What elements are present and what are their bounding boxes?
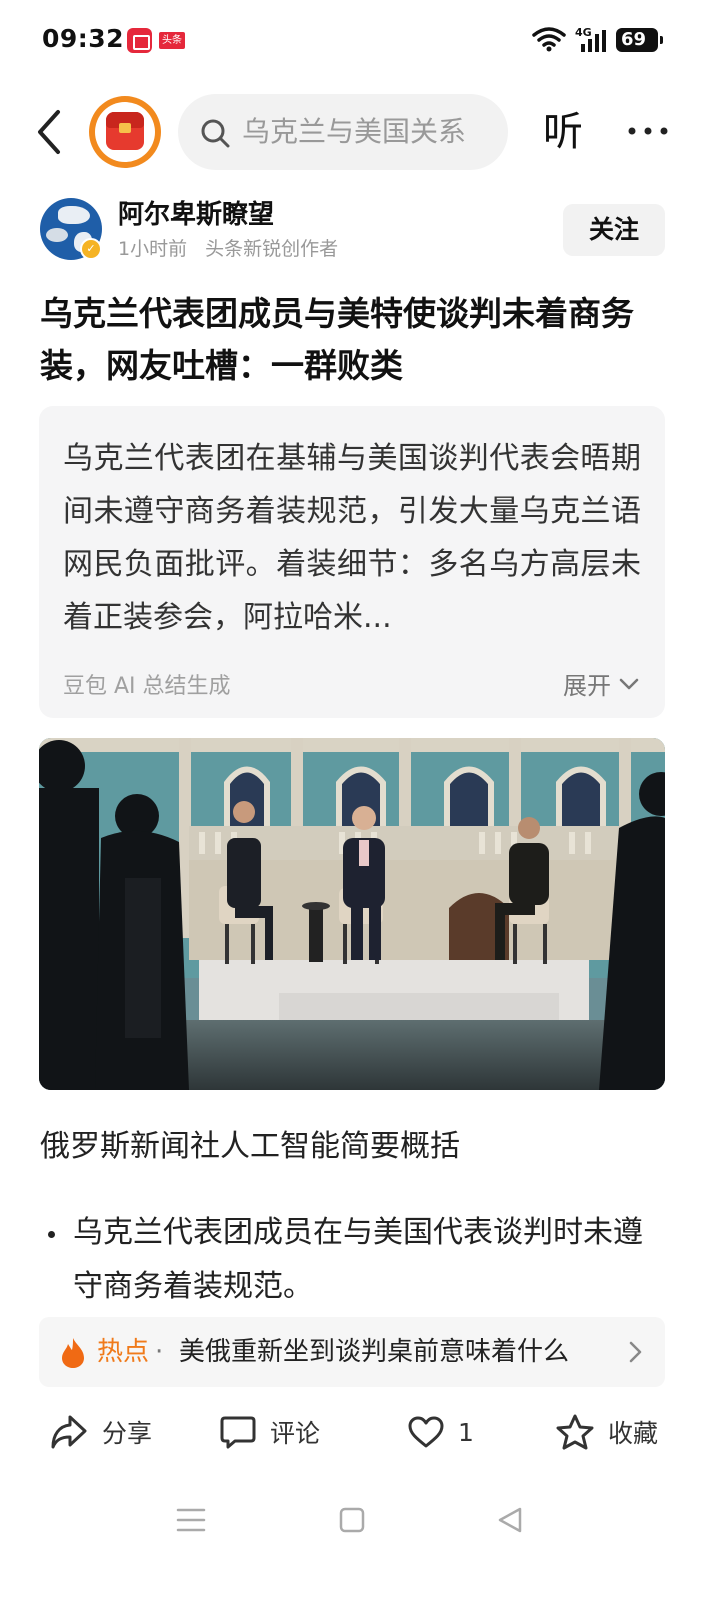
share-label: 分享 [102,1419,153,1448]
signal-icon [581,30,606,52]
red-packet-icon[interactable] [89,96,161,168]
chevron-right-icon [629,1341,642,1363]
hot-topic-separator: · [155,1337,164,1367]
expand-label: 展开 [563,672,611,700]
comment-label: 评论 [270,1419,321,1448]
author-name[interactable]: 阿尔卑斯瞭望 [118,198,274,232]
comment-icon [220,1416,256,1449]
publish-time: 1小时前 [118,238,188,260]
bullet-icon [48,1231,55,1238]
section-heading: 俄罗斯新闻社人工智能简要概括 [40,1129,460,1164]
notification-app-icon [127,28,152,53]
ai-summary-source: 豆包 AI 总结生成 [63,674,231,699]
favorite-label: 收藏 [608,1419,659,1448]
ai-summary-text: 乌克兰代表团在基辅与美国谈判代表会晤期间未遵守商务着装规范，引发大量乌克兰语网民… [63,441,641,635]
search-bar[interactable]: 乌克兰与美国关系 [178,94,508,170]
search-icon [201,119,230,148]
hot-topic-banner[interactable]: 热点 · 美俄重新坐到谈判桌前意味着什么 [39,1317,665,1387]
article-title: 乌克兰代表团成员与美特使谈判未着商务装，网友吐槽：一群败类 [40,294,634,385]
listen-button[interactable]: 听 [543,106,583,158]
ai-summary-card: 乌克兰代表团在基辅与美国谈判代表会晤期间未遵守商务着装规范，引发大量乌克兰语网民… [39,406,665,718]
verified-badge-icon: ✓ [80,238,102,260]
heart-icon [408,1416,444,1448]
star-icon [556,1414,594,1450]
share-icon [51,1415,87,1449]
list-item: 乌克兰代表团成员在与美国代表谈判时未遵守商务着装规范。 [48,1206,668,1314]
share-button[interactable]: 分享 [50,1408,152,1456]
back-arrow-icon[interactable] [30,108,70,156]
hot-topic-label: 热点 [97,1337,150,1367]
list-item-text: 乌克兰代表团成员在与美国代表谈判时未遵守商务着装规范。 [73,1215,643,1304]
back-nav-icon[interactable] [496,1506,524,1534]
flame-icon [62,1338,84,1368]
home-nav-icon[interactable] [338,1506,366,1534]
toutiao-notification-icon: 头条 [159,32,185,49]
author-meta: 1小时前 头条新锐创作者 [118,237,338,261]
battery-indicator: 69 [616,28,663,52]
creator-tag: 头条新锐创作者 [205,238,339,260]
like-count: 1 [458,1417,474,1447]
expand-button[interactable]: 展开 [563,666,639,701]
comment-button[interactable]: 评论 [220,1408,320,1456]
article-photo[interactable] [39,738,665,1090]
menu-nav-icon[interactable] [176,1506,206,1534]
favorite-button[interactable]: 收藏 [556,1408,658,1456]
like-button[interactable]: 1 [408,1408,474,1456]
status-bar: 09:32 头条 4G 69 [0,0,720,80]
more-options-icon[interactable] [626,120,670,142]
search-query: 乌克兰与美国关系 [242,115,467,148]
chevron-down-icon [619,678,639,689]
hot-topic-text: 美俄重新坐到谈判桌前意味着什么 [179,1337,570,1367]
status-time: 09:32 [42,24,125,53]
follow-button[interactable]: 关注 [563,204,665,256]
wifi-icon [532,27,566,52]
